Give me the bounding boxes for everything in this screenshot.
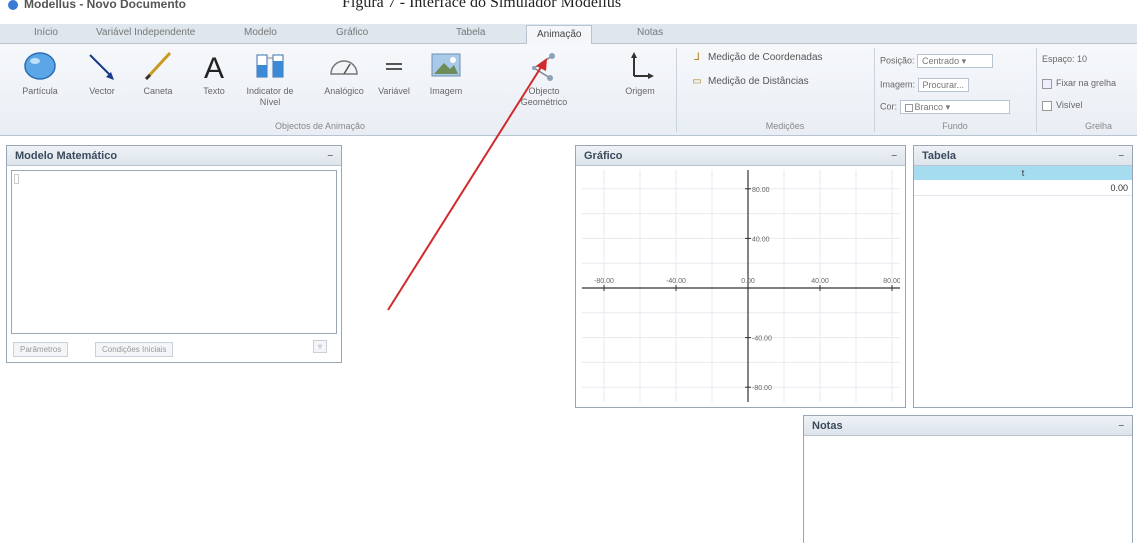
- graph-panel: Gráfico – -80.00 -40.00 0.00 40.00 80.00 80.0…: [575, 145, 906, 408]
- tool-particula[interactable]: Partícula: [12, 48, 68, 97]
- group-label-grelha: Grelha: [1084, 121, 1112, 131]
- tool-variavel[interactable]: Variável: [366, 48, 422, 97]
- tool-indicator-nivel[interactable]: Indicator de Nível: [242, 48, 298, 108]
- y-tick-label: 40.00: [752, 236, 770, 243]
- origin-icon: [631, 52, 654, 79]
- measure-distances-button[interactable]: ▭ Medição de Distâncias: [690, 76, 808, 87]
- model-panel: Modelo Matemático – Parâmetros Condições…: [6, 145, 342, 363]
- variable-icon: [386, 63, 402, 70]
- tab-notas[interactable]: Notas: [637, 27, 663, 38]
- minimize-icon[interactable]: –: [327, 150, 333, 161]
- notes-panel-header: Notas –: [804, 416, 1132, 436]
- tool-texto[interactable]: A Texto: [186, 48, 242, 97]
- table-column-header[interactable]: t: [914, 166, 1132, 180]
- notes-panel: Notas –: [803, 415, 1133, 543]
- tab-animacao[interactable]: Animação: [526, 25, 593, 44]
- tab-tabela[interactable]: Tabela: [456, 27, 485, 38]
- text-icon: A: [204, 52, 224, 82]
- initial-conditions-button[interactable]: Condições Iniciais: [95, 342, 174, 357]
- minimize-icon[interactable]: –: [1118, 150, 1124, 161]
- table-panel-header: Tabela –: [914, 146, 1132, 166]
- ruler-icon: ▭: [692, 76, 702, 87]
- posicao-row: Posição: Centrado ▾: [880, 54, 994, 68]
- grid-snap-checkbox[interactable]: Fixar na grelha: [1042, 78, 1116, 89]
- cor-row: Cor: Branco ▾: [880, 100, 1010, 114]
- tool-caneta[interactable]: Caneta: [130, 48, 186, 97]
- x-tick-label: 40.00: [811, 278, 829, 285]
- window-title-bar: Modellus - Novo Documento: [0, 0, 330, 20]
- y-tick-label: 80.00: [752, 187, 770, 194]
- ribbon-tabbar: Início Variável Independente Modelo Gráf…: [0, 24, 1137, 44]
- minimize-icon[interactable]: –: [1118, 420, 1124, 431]
- window-title: Modellus - Novo Documento: [24, 0, 186, 12]
- app-logo-icon: [8, 0, 18, 10]
- grid-spacing[interactable]: Espaço: 10: [1042, 54, 1087, 64]
- tool-objecto-geometrico[interactable]: Objecto Geométrico: [516, 48, 572, 108]
- posicao-select[interactable]: Centrado ▾: [917, 54, 994, 68]
- x-tick-label: -40.00: [666, 278, 686, 285]
- color-swatch-icon: [904, 103, 913, 112]
- svg-text:A: A: [204, 52, 224, 82]
- image-icon: [431, 53, 461, 77]
- figure-caption: Figura 7 - Interface do Simulador Modell…: [342, 0, 622, 11]
- graph-plot-area[interactable]: -80.00 -40.00 0.00 40.00 80.00 80.00 40.00 -40.…: [582, 170, 900, 402]
- particle-icon: [24, 52, 56, 80]
- procurar-button[interactable]: Procurar...: [917, 78, 970, 92]
- expand-icon[interactable]: ▿: [313, 340, 328, 353]
- ribbon: Partícula Vector Caneta A Texto Indicato…: [0, 44, 1137, 136]
- text-cursor: [14, 174, 19, 184]
- tool-vector[interactable]: Vector: [74, 48, 130, 97]
- checkbox-icon: [1042, 100, 1052, 111]
- tool-analogico[interactable]: Analógico: [316, 48, 372, 97]
- table-cell: 0.00: [914, 180, 1132, 196]
- ribbon-separator: [676, 48, 677, 132]
- tab-inicio[interactable]: Início: [34, 27, 58, 38]
- vector-icon: [89, 54, 114, 80]
- model-panel-header: Modelo Matemático –: [7, 146, 341, 166]
- analog-gauge-icon: [330, 60, 358, 75]
- geometric-object-icon: [532, 53, 555, 81]
- measure-coordinates-button[interactable]: ⅃ Medição de Coordenadas: [690, 52, 822, 63]
- group-label-fundo: Fundo: [942, 121, 968, 131]
- tab-grafico[interactable]: Gráfico: [336, 27, 368, 38]
- pen-icon: [144, 51, 172, 81]
- group-label-medicoes: Medições: [765, 121, 805, 131]
- y-tick-label: -40.00: [752, 336, 772, 343]
- level-indicator-icon: [256, 54, 284, 78]
- checkbox-checked-icon: [1042, 78, 1052, 89]
- tab-modelo[interactable]: Modelo: [244, 27, 277, 38]
- cor-select[interactable]: Branco ▾: [899, 100, 1010, 114]
- parameters-button[interactable]: Parâmetros: [13, 342, 69, 357]
- grid-visible-checkbox[interactable]: Visível: [1042, 100, 1082, 111]
- notes-editor[interactable]: [804, 436, 1132, 543]
- graph-panel-header: Gráfico –: [576, 146, 905, 166]
- tool-origem[interactable]: Origem: [612, 48, 668, 97]
- ribbon-separator: [874, 48, 875, 132]
- model-editor[interactable]: [11, 170, 337, 334]
- table-panel: Tabela – t 0.00: [913, 145, 1133, 408]
- x-tick-label: 80.00: [883, 278, 900, 285]
- imagem-row: Imagem: Procurar...: [880, 78, 970, 92]
- x-tick-label: -80.00: [594, 278, 614, 285]
- ribbon-separator: [1036, 48, 1037, 132]
- tool-imagem[interactable]: Imagem: [418, 48, 474, 97]
- coordinates-icon: ⅃: [694, 52, 700, 63]
- minimize-icon[interactable]: –: [891, 150, 897, 161]
- group-label-animacao: Objectos de Animação: [274, 121, 366, 131]
- x-tick-label: 0.00: [741, 278, 755, 285]
- y-tick-label: -80.00: [752, 385, 772, 392]
- tab-variavel-independente[interactable]: Variável Independente: [96, 27, 195, 38]
